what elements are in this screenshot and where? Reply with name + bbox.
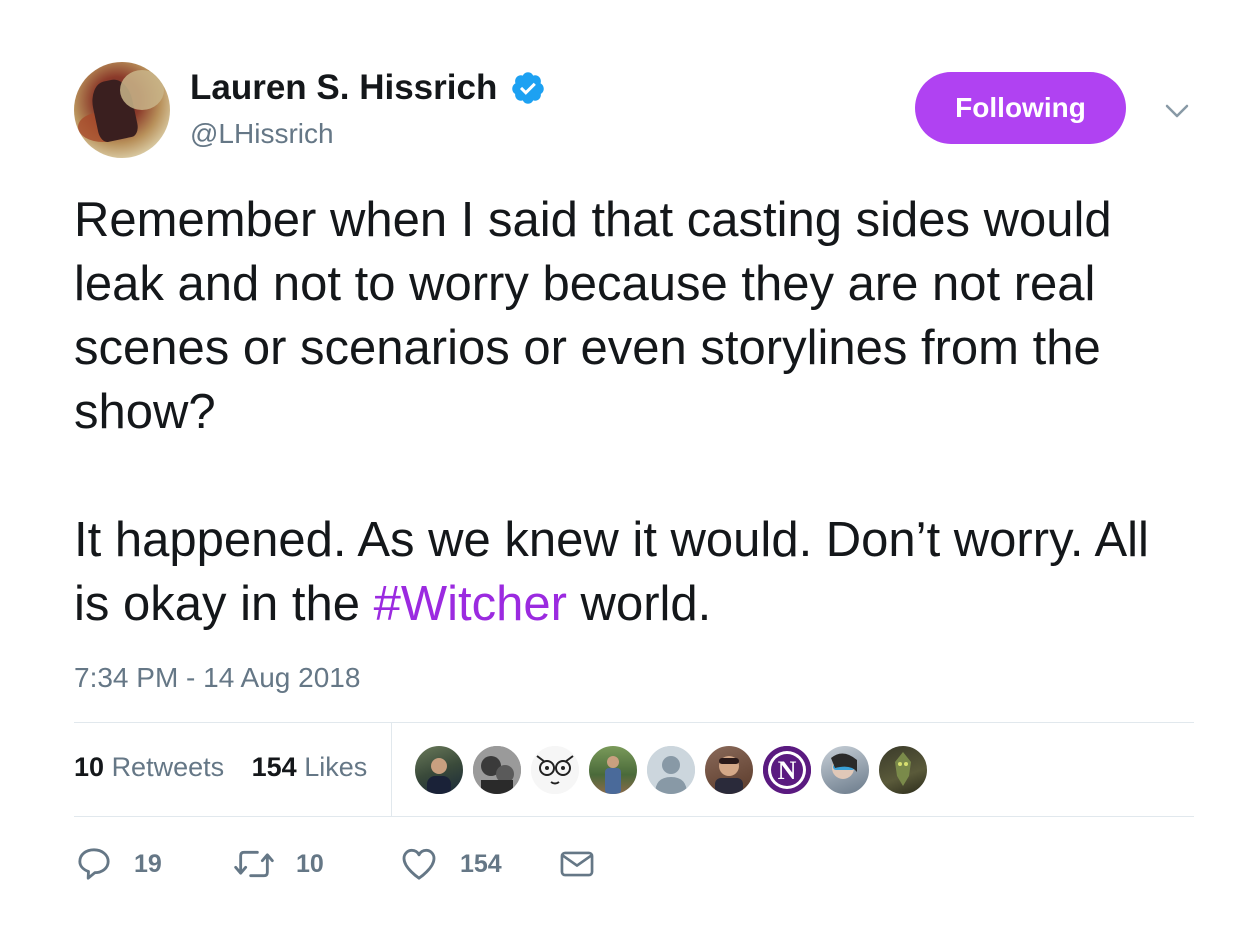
following-button[interactable]: Following (915, 72, 1126, 144)
retweets-stat[interactable]: 10 Retweets (74, 752, 224, 782)
author-handle[interactable]: @LHissrich (190, 118, 334, 150)
liker-avatar-8[interactable] (820, 745, 870, 795)
retweets-label: Retweets (111, 752, 225, 782)
liker-avatar-5[interactable] (646, 745, 696, 795)
liker-avatar-9[interactable] (878, 745, 928, 795)
reply-count: 19 (134, 849, 162, 878)
reply-button[interactable]: 19 (74, 840, 162, 888)
retweet-icon (234, 850, 274, 878)
liker-avatar-letter: N (778, 756, 797, 785)
tweet-stats: 10 Retweets 154 Likes (74, 752, 367, 783)
hashtag-link[interactable]: #Witcher (374, 577, 567, 631)
author-display-name[interactable]: Lauren S. Hissrich (190, 68, 497, 108)
stats-divider (391, 723, 392, 817)
like-button[interactable]: 154 (398, 840, 502, 888)
retweet-button[interactable]: 10 (232, 840, 324, 888)
tweet-timestamp[interactable]: 7:34 PM - 14 Aug 2018 (74, 662, 360, 694)
liker-avatar-3[interactable] (530, 745, 580, 795)
liker-avatar-7[interactable]: N (762, 745, 812, 795)
liker-avatar-6[interactable] (704, 745, 754, 795)
retweets-count: 10 (74, 752, 105, 782)
tweet-text: Remember when I said that casting sides … (74, 188, 1194, 636)
tweet-paragraph-2: It happened. As we knew it would. Don’t … (74, 508, 1194, 636)
retweet-count: 10 (296, 849, 324, 878)
author-avatar[interactable] (74, 62, 170, 158)
likes-label: Likes (304, 752, 368, 782)
reply-icon (78, 848, 110, 880)
chevron-down-icon[interactable] (1162, 96, 1192, 126)
like-count: 154 (460, 849, 502, 878)
liker-avatar-1[interactable] (414, 745, 464, 795)
liker-avatar-2[interactable] (472, 745, 522, 795)
direct-message-button[interactable] (558, 840, 596, 888)
likes-count: 154 (251, 752, 297, 782)
divider-bottom (74, 816, 1194, 817)
envelope-icon (560, 851, 594, 877)
verified-badge-icon (512, 72, 544, 104)
tweet-paragraph-2-end: world. (566, 577, 712, 631)
tweet-paragraph-1: Remember when I said that casting sides … (74, 193, 1112, 439)
heart-icon (402, 848, 436, 880)
divider-top (74, 722, 1194, 723)
likes-stat[interactable]: 154 Likes (252, 752, 368, 782)
liker-avatar-4[interactable] (588, 745, 638, 795)
tweet-card: Lauren S. Hissrich @LHissrich Following … (0, 0, 1260, 934)
